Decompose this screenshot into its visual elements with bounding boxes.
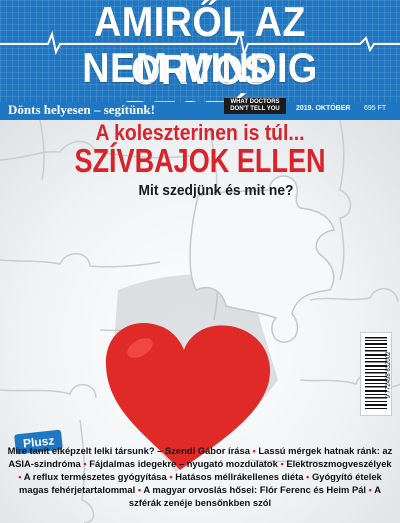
teaser-item: Hatásos méllrákellenes diéta — [175, 471, 304, 482]
logo-line2: DON'T TELL YOU — [230, 106, 280, 112]
teaser-item: Fájdalmas idegekre – nyugató mozdulatok — [89, 458, 278, 469]
teaser-item: Mire tanít elképzelt lelki társunk? – Sz… — [7, 445, 250, 456]
teaser-item: Elektroszmogveszélyek — [286, 458, 392, 469]
headline-2: SZÍVBAJOK ELLEN — [74, 142, 326, 179]
headline-3: Mit szedjünk és mit ne? — [138, 182, 294, 199]
teaser-item: A reflux természetes gyógyítása — [23, 471, 167, 482]
teaser-item: A magyar orvoslás hősei: Flór Ferenc és … — [143, 484, 367, 495]
magazine-title-line2: NEM MINDIG BESZÉL — [82, 44, 318, 102]
issue-date: 2019. OKTÓBER — [296, 105, 351, 112]
slogan: Dönts helyesen – segítünk! — [8, 102, 155, 117]
plus-teasers: Mire tanít elképzelt lelki társunk? – Sz… — [6, 444, 394, 509]
wdtly-logo: WHAT DOCTORS DON'T TELL YOU — [224, 98, 286, 114]
price: 695 FT — [364, 105, 387, 112]
logo-line1: WHAT DOCTORS — [230, 99, 280, 105]
barcode-number: 9 772498 832002 — [386, 351, 392, 399]
masthead: AMIRŐL AZ ORVOS NEM MINDIG BESZÉL — [0, 0, 400, 102]
